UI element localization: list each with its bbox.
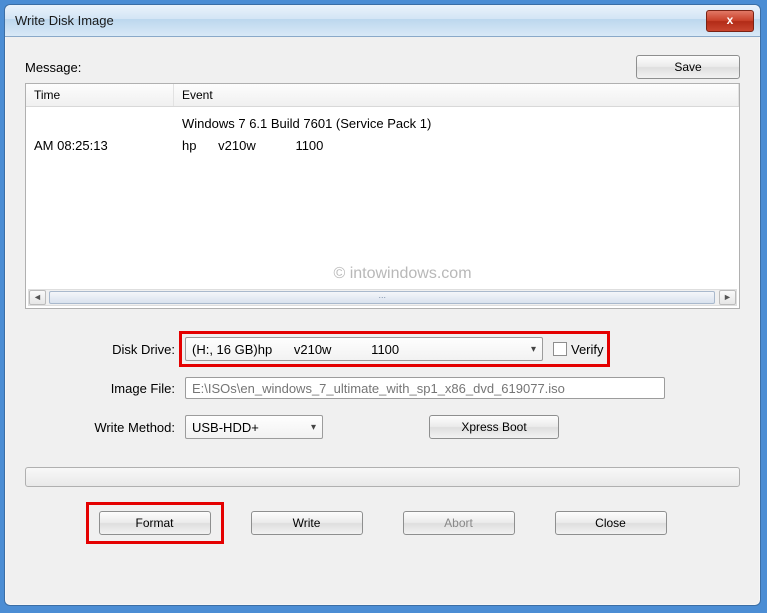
disk-drive-combo[interactable]: (H:, 16 GB)hp v210w 1100 — [185, 337, 543, 361]
listview-header: Time Event — [26, 84, 739, 107]
column-header-time[interactable]: Time — [26, 84, 174, 106]
scroll-left-icon[interactable]: ◄ — [29, 290, 46, 305]
abort-button[interactable]: Abort — [403, 511, 515, 535]
list-row: AM 08:25:13 hp v210w 1100 — [26, 135, 739, 157]
verify-wrap: Verify — [553, 342, 604, 357]
progress-bar — [25, 467, 740, 487]
message-header-row: Message: Save — [25, 55, 740, 79]
button-row: Format Write Abort Close — [25, 511, 740, 535]
image-file-input[interactable]: E:\ISOs\en_windows_7_ultimate_with_sp1_x… — [185, 377, 665, 399]
message-listview: Time Event Windows 7 6.1 Build 7601 (Ser… — [25, 83, 740, 309]
titlebar: Write Disk Image x — [5, 5, 760, 37]
xpress-boot-button[interactable]: Xpress Boot — [429, 415, 559, 439]
form-area: Disk Drive: (H:, 16 GB)hp v210w 1100 Ver… — [25, 337, 740, 439]
image-file-label: Image File: — [25, 381, 185, 396]
highlight-format: Format — [86, 502, 224, 544]
horizontal-scrollbar[interactable]: ◄ ∙∙∙ ► — [28, 289, 737, 306]
cell-time — [26, 113, 174, 135]
close-button[interactable]: Close — [555, 511, 667, 535]
message-label: Message: — [25, 60, 636, 75]
scroll-track[interactable]: ∙∙∙ — [46, 290, 719, 305]
highlight-disk-drive: (H:, 16 GB)hp v210w 1100 Verify — [179, 331, 610, 367]
window-title: Write Disk Image — [15, 13, 706, 28]
scroll-thumb[interactable]: ∙∙∙ — [49, 291, 715, 304]
listview-body: Windows 7 6.1 Build 7601 (Service Pack 1… — [26, 107, 739, 163]
write-method-label: Write Method: — [25, 420, 185, 435]
disk-drive-row: Disk Drive: (H:, 16 GB)hp v210w 1100 Ver… — [25, 337, 740, 361]
cell-event: Windows 7 6.1 Build 7601 (Service Pack 1… — [174, 113, 739, 135]
format-button[interactable]: Format — [99, 511, 211, 535]
verify-label: Verify — [571, 342, 604, 357]
cell-time: AM 08:25:13 — [26, 135, 174, 157]
window-close-button[interactable]: x — [706, 10, 754, 32]
list-row: Windows 7 6.1 Build 7601 (Service Pack 1… — [26, 113, 739, 135]
write-method-combo[interactable]: USB-HDD+ — [185, 415, 323, 439]
verify-checkbox[interactable] — [553, 342, 567, 356]
save-button[interactable]: Save — [636, 55, 740, 79]
scroll-right-icon[interactable]: ► — [719, 290, 736, 305]
write-disk-image-window: Write Disk Image x Message: Save Time Ev… — [4, 4, 761, 606]
column-header-event[interactable]: Event — [174, 84, 739, 106]
client-area: Message: Save Time Event Windows 7 6.1 B… — [5, 37, 760, 549]
disk-drive-label: Disk Drive: — [25, 342, 185, 357]
write-button[interactable]: Write — [251, 511, 363, 535]
cell-event: hp v210w 1100 — [174, 135, 739, 157]
write-method-row: Write Method: USB-HDD+ Xpress Boot — [25, 415, 740, 439]
image-file-row: Image File: E:\ISOs\en_windows_7_ultimat… — [25, 377, 740, 399]
